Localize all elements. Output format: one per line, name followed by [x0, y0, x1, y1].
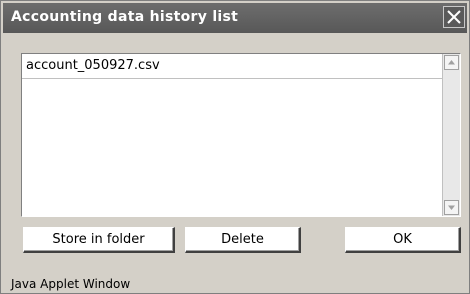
arrow-down-icon [448, 205, 455, 210]
history-list-items: account_050927.csv [22, 54, 442, 216]
close-button[interactable] [443, 6, 465, 28]
list-item[interactable]: account_050927.csv [22, 54, 442, 79]
vertical-scrollbar[interactable] [442, 54, 460, 216]
ok-button[interactable]: OK [345, 227, 461, 253]
close-icon [447, 10, 461, 24]
applet-status-text: Java Applet Window [11, 277, 131, 291]
window-title: Accounting data history list [11, 9, 239, 25]
dialog-window: Accounting data history list account_050… [0, 0, 470, 294]
scroll-up-button[interactable] [444, 55, 459, 70]
history-list[interactable]: account_050927.csv [21, 53, 461, 217]
arrow-up-icon [448, 60, 455, 65]
delete-button[interactable]: Delete [185, 227, 301, 253]
scroll-down-button[interactable] [444, 200, 459, 215]
store-in-folder-button[interactable]: Store in folder [23, 227, 175, 253]
title-bar[interactable]: Accounting data history list [3, 3, 467, 33]
